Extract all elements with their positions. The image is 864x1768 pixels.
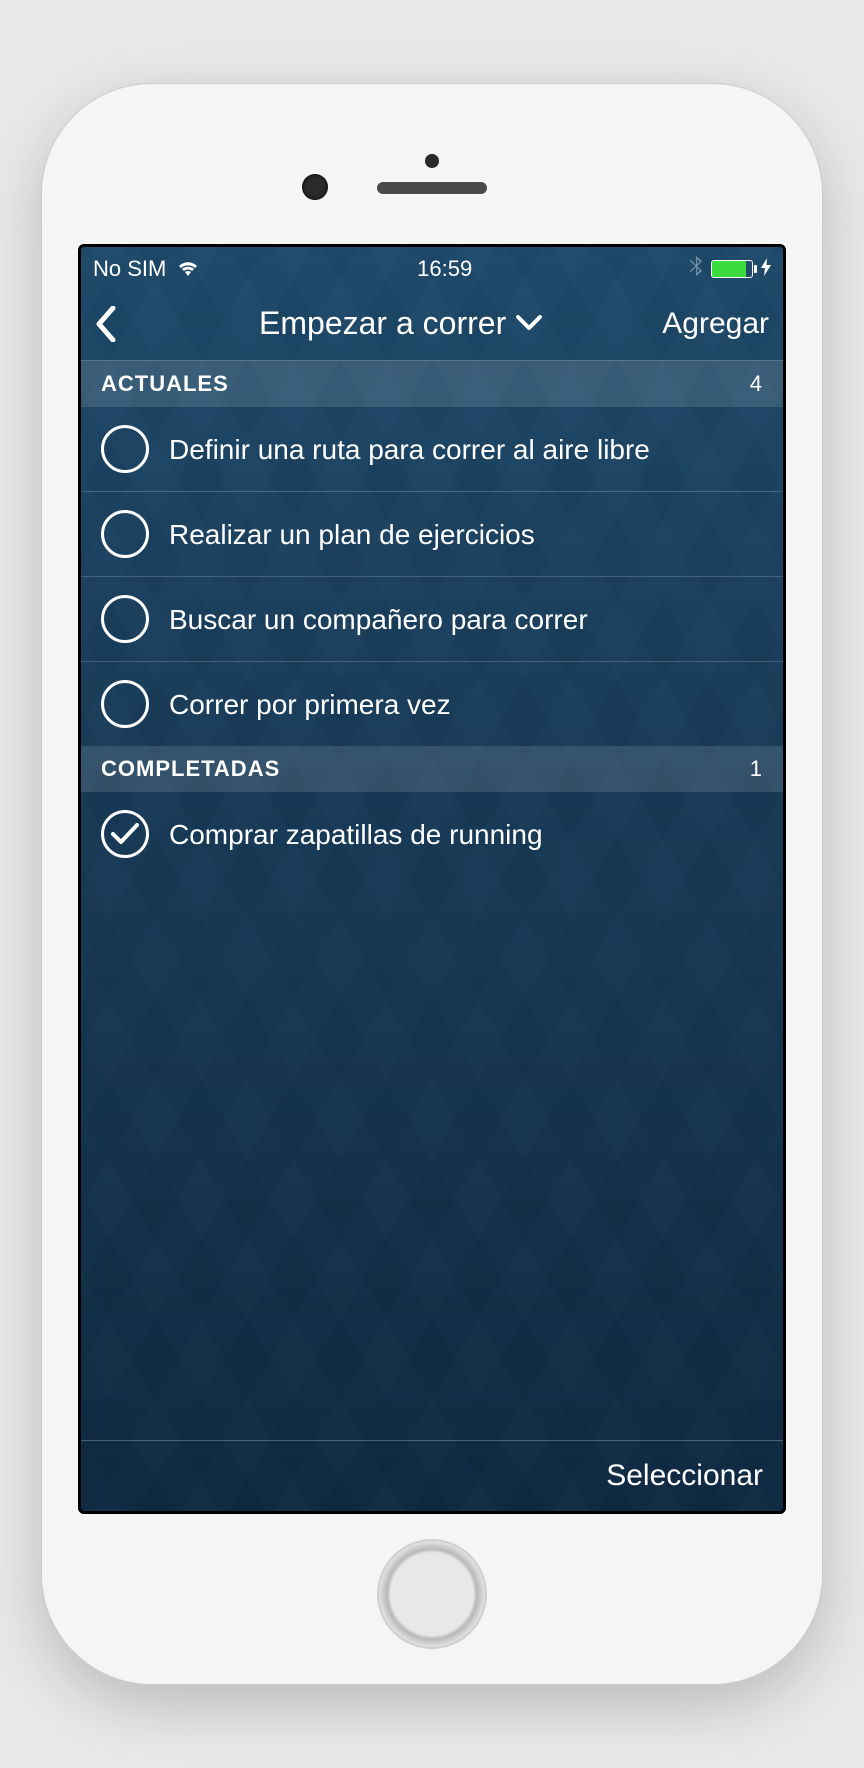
clock-label: 16:59 bbox=[417, 256, 472, 282]
charging-icon bbox=[761, 258, 771, 281]
checkbox-checked[interactable] bbox=[101, 810, 149, 858]
task-text: Definir una ruta para correr al aire lib… bbox=[169, 432, 650, 467]
section-label-completed: COMPLETADAS bbox=[101, 756, 280, 782]
battery-icon bbox=[711, 260, 753, 278]
device-frame: No SIM 16:59 Empezar a bbox=[42, 84, 822, 1684]
task-list-completed: Comprar zapatillas de running bbox=[81, 792, 783, 876]
task-row[interactable]: Comprar zapatillas de running bbox=[81, 792, 783, 876]
add-button[interactable]: Agregar bbox=[662, 307, 769, 341]
section-header-completed: COMPLETADAS 1 bbox=[81, 746, 783, 792]
checkbox-unchecked[interactable] bbox=[101, 425, 149, 473]
task-text: Comprar zapatillas de running bbox=[169, 817, 543, 852]
carrier-label: No SIM bbox=[93, 256, 166, 282]
chevron-left-icon bbox=[95, 306, 117, 342]
section-header-current: ACTUALES 4 bbox=[81, 361, 783, 407]
home-button[interactable] bbox=[377, 1539, 487, 1649]
section-count-current: 4 bbox=[750, 371, 763, 397]
app-screen: No SIM 16:59 Empezar a bbox=[78, 244, 786, 1514]
checkbox-unchecked[interactable] bbox=[101, 595, 149, 643]
nav-bar: Empezar a correr Agregar bbox=[81, 291, 783, 360]
page-title: Empezar a correr bbox=[259, 305, 506, 342]
back-button[interactable] bbox=[95, 306, 139, 342]
checkbox-unchecked[interactable] bbox=[101, 510, 149, 558]
task-text: Correr por primera vez bbox=[169, 687, 451, 722]
task-row[interactable]: Realizar un plan de ejercicios bbox=[81, 492, 783, 577]
bluetooth-icon bbox=[689, 255, 703, 283]
title-dropdown[interactable]: Empezar a correr bbox=[139, 305, 662, 342]
footer-toolbar: Seleccionar bbox=[81, 1440, 783, 1511]
section-label-current: ACTUALES bbox=[101, 371, 229, 397]
chevron-down-icon bbox=[516, 315, 542, 336]
task-row[interactable]: Correr por primera vez bbox=[81, 662, 783, 746]
select-button[interactable]: Seleccionar bbox=[606, 1459, 763, 1493]
wifi-icon bbox=[176, 257, 200, 283]
status-bar: No SIM 16:59 bbox=[81, 247, 783, 291]
task-text: Buscar un compañero para correr bbox=[169, 602, 588, 637]
task-row[interactable]: Buscar un compañero para correr bbox=[81, 577, 783, 662]
device-speaker bbox=[377, 182, 487, 194]
device-camera bbox=[302, 174, 328, 200]
task-row[interactable]: Definir una ruta para correr al aire lib… bbox=[81, 407, 783, 492]
task-list-current: Definir una ruta para correr al aire lib… bbox=[81, 407, 783, 746]
task-text: Realizar un plan de ejercicios bbox=[169, 517, 535, 552]
checkbox-unchecked[interactable] bbox=[101, 680, 149, 728]
section-count-completed: 1 bbox=[750, 756, 763, 782]
